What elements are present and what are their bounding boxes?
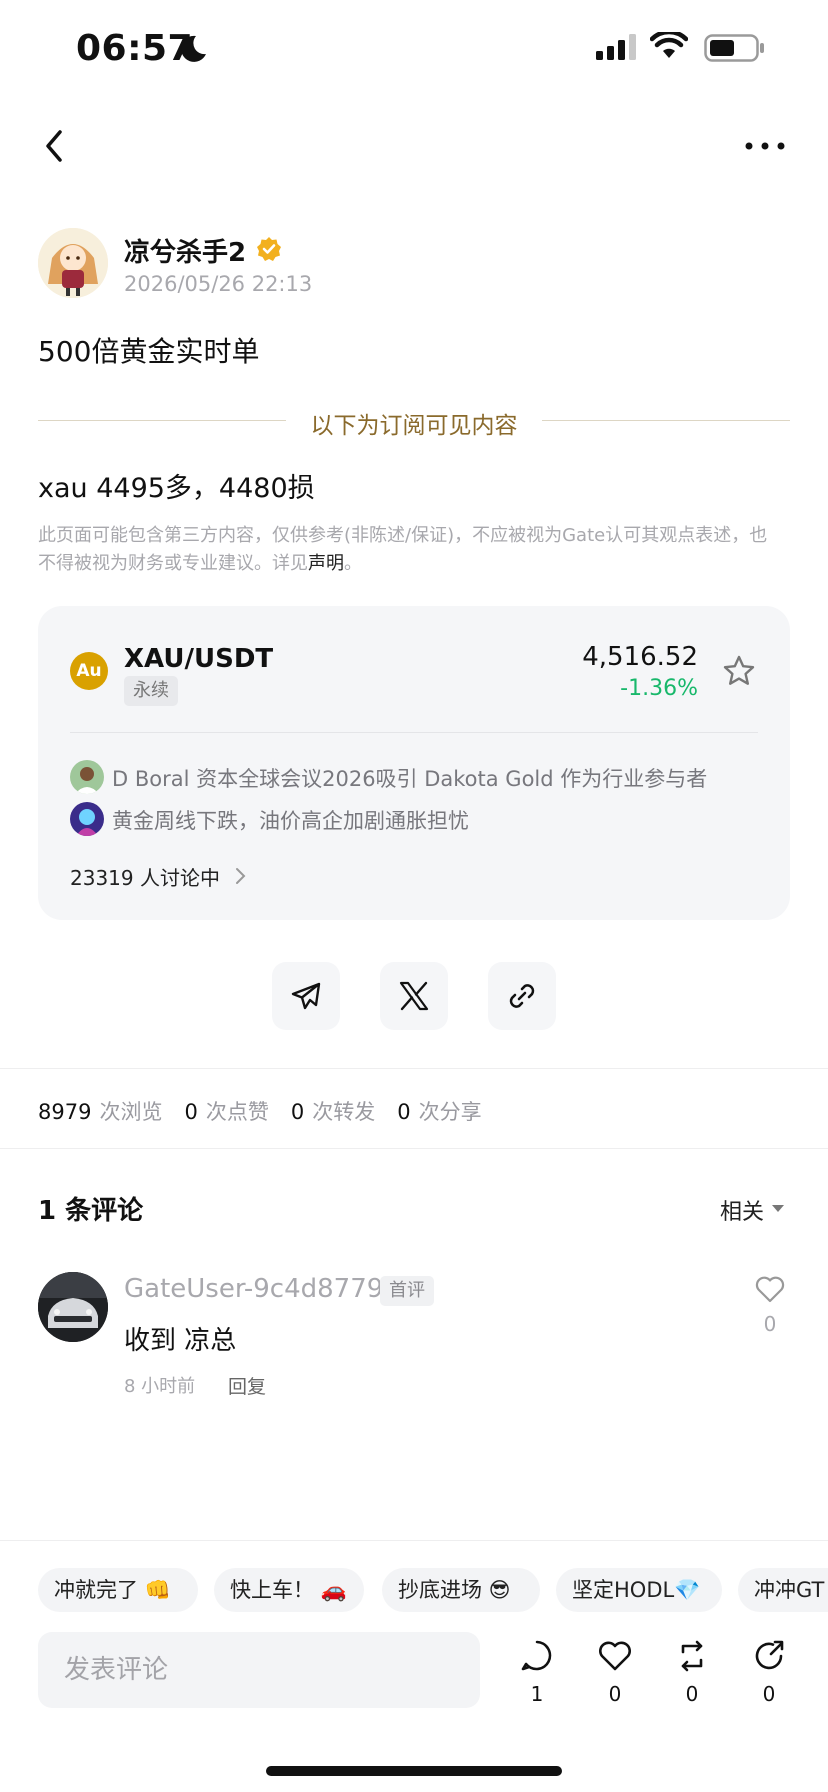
share-icon bbox=[755, 1640, 784, 1670]
post-body: xau 4495多，4480损 bbox=[38, 473, 315, 504]
post-title: 500倍黄金实时单 bbox=[38, 335, 260, 368]
repost-label: 次转发 bbox=[312, 1100, 376, 1124]
like-count: 0 bbox=[608, 1682, 622, 1706]
divider-line-right bbox=[542, 420, 790, 421]
news-avatar bbox=[70, 760, 104, 794]
disclaimer: 此页面可能包含第三方内容，仅供参考(非陈述/保证)，不应被视为Gate认可其观点… bbox=[38, 522, 774, 578]
quick-reply-chip[interactable]: 坚定HODL💎 bbox=[556, 1568, 722, 1612]
heart-icon bbox=[599, 1641, 631, 1671]
status-bar: 06:57 bbox=[0, 0, 828, 100]
subscription-divider: 以下为订阅可见内容 bbox=[38, 404, 790, 439]
share-count: 0 bbox=[397, 1100, 411, 1124]
repost-count: 0 bbox=[685, 1682, 699, 1706]
repost-icon bbox=[681, 1640, 703, 1672]
share-telegram-button[interactable] bbox=[272, 962, 340, 1030]
comment-text: 收到 凉总 bbox=[124, 1326, 237, 1356]
comments-title: 1 条评论 bbox=[38, 1196, 144, 1226]
news-item[interactable]: D Boral 资本全球会议2026吸引 Dakota Gold 作为行业参与者 bbox=[70, 760, 758, 794]
author-name[interactable]: 凉兮杀手2 bbox=[124, 232, 246, 269]
post-timestamp: 2026/05/26 22:13 bbox=[124, 272, 313, 296]
news-item[interactable]: 黄金周线下跌，油价高企加剧通胀担忧 bbox=[70, 802, 758, 836]
status-time: 06:57 bbox=[76, 28, 194, 69]
verified-badge-icon bbox=[257, 237, 281, 261]
anime-avatar-icon bbox=[70, 802, 104, 836]
first-comment-badge: 首评 bbox=[380, 1276, 434, 1306]
comment-like-icon[interactable] bbox=[754, 1274, 786, 1304]
quick-reply-chip[interactable]: 快上车！ 🚗 bbox=[214, 1568, 364, 1612]
link-icon bbox=[509, 984, 535, 1008]
caret-down-icon[interactable] bbox=[772, 1205, 784, 1213]
comment-icon bbox=[521, 1640, 552, 1671]
favorite-star-icon[interactable] bbox=[722, 654, 756, 688]
bottom-separator bbox=[0, 1540, 828, 1541]
disclaimer-link[interactable]: 声明 bbox=[308, 553, 344, 574]
copy-link-button[interactable] bbox=[488, 962, 556, 1030]
gold-coin-icon: Au bbox=[70, 652, 108, 690]
back-arrow-icon[interactable] bbox=[36, 124, 76, 168]
section-separator bbox=[0, 1068, 828, 1069]
like-count: 0 bbox=[184, 1100, 198, 1124]
news-headline: 黄金周线下跌，油价高企加剧通胀担忧 bbox=[112, 809, 469, 833]
section-separator bbox=[0, 1148, 828, 1149]
commenter-username[interactable]: GateUser-9c4d8779 bbox=[124, 1274, 383, 1304]
comment-action-button[interactable]: 1 bbox=[515, 1638, 559, 1706]
subscription-divider-label: 以下为订阅可见内容 bbox=[310, 413, 518, 439]
cellular-signal-icon bbox=[596, 34, 636, 60]
share-count: 0 bbox=[762, 1682, 776, 1706]
chevron-right-icon bbox=[236, 868, 246, 884]
like-label: 次点赞 bbox=[205, 1100, 269, 1124]
post-stats: 8979 次浏览 0 次点赞 0 次转发 0 次分享 bbox=[38, 1096, 504, 1126]
comment-count: 1 bbox=[530, 1682, 544, 1706]
share-action-button[interactable]: 0 bbox=[747, 1638, 791, 1706]
comment-reply-button[interactable]: 回复 bbox=[228, 1372, 266, 1399]
battery-icon bbox=[704, 34, 764, 62]
anime-avatar-icon bbox=[38, 228, 108, 298]
comment-time: 8 小时前 bbox=[124, 1376, 196, 1397]
person-avatar-icon bbox=[70, 760, 104, 794]
news-avatar bbox=[70, 802, 104, 836]
car-avatar-icon bbox=[38, 1272, 108, 1342]
trading-pair[interactable]: XAU/USDT bbox=[124, 644, 273, 674]
like-action-button[interactable]: 0 bbox=[593, 1638, 637, 1706]
share-x-button[interactable] bbox=[380, 962, 448, 1030]
quick-reply-chip[interactable]: 冲就完了 👊 bbox=[38, 1568, 198, 1612]
discussion-count[interactable]: 23319 人讨论中 bbox=[70, 862, 220, 891]
comment-input[interactable] bbox=[38, 1632, 480, 1708]
author-avatar[interactable] bbox=[38, 228, 108, 298]
news-headline: D Boral 资本全球会议2026吸引 Dakota Gold 作为行业参与者 bbox=[112, 767, 708, 791]
repost-action-button[interactable]: 0 bbox=[670, 1638, 714, 1706]
quick-reply-chip[interactable]: 抄底进场 😎 bbox=[382, 1568, 540, 1612]
contract-type-tag: 永续 bbox=[124, 676, 178, 706]
disclaimer-text: 此页面可能包含第三方内容，仅供参考(非陈述/保证)，不应被视为Gate认可其观点… bbox=[38, 525, 768, 574]
home-indicator bbox=[266, 1766, 562, 1776]
ticker-change: -1.36% bbox=[620, 676, 698, 701]
quick-reply-chip[interactable]: 冲冲GT bbox=[738, 1568, 828, 1612]
disclaimer-end: 。 bbox=[344, 553, 362, 574]
x-icon bbox=[399, 981, 429, 1011]
comment-like-count: 0 bbox=[763, 1312, 777, 1336]
moon-icon bbox=[181, 35, 206, 62]
telegram-icon bbox=[291, 982, 321, 1010]
more-options-icon[interactable] bbox=[740, 126, 790, 166]
repost-count: 0 bbox=[290, 1100, 305, 1124]
ticker-price: 4,516.52 bbox=[582, 642, 698, 672]
commenter-avatar[interactable] bbox=[38, 1272, 108, 1342]
view-count: 8979 bbox=[38, 1100, 92, 1124]
ticker-card[interactable]: Au XAU/USDT 永续 4,516.52 -1.36% D Boral 资… bbox=[38, 606, 790, 920]
card-divider bbox=[70, 732, 758, 733]
comment-sort-dropdown[interactable]: 相关 bbox=[720, 1194, 764, 1226]
view-label: 次浏览 bbox=[99, 1100, 163, 1124]
share-label: 次分享 bbox=[418, 1100, 482, 1124]
wifi-icon bbox=[650, 32, 688, 58]
